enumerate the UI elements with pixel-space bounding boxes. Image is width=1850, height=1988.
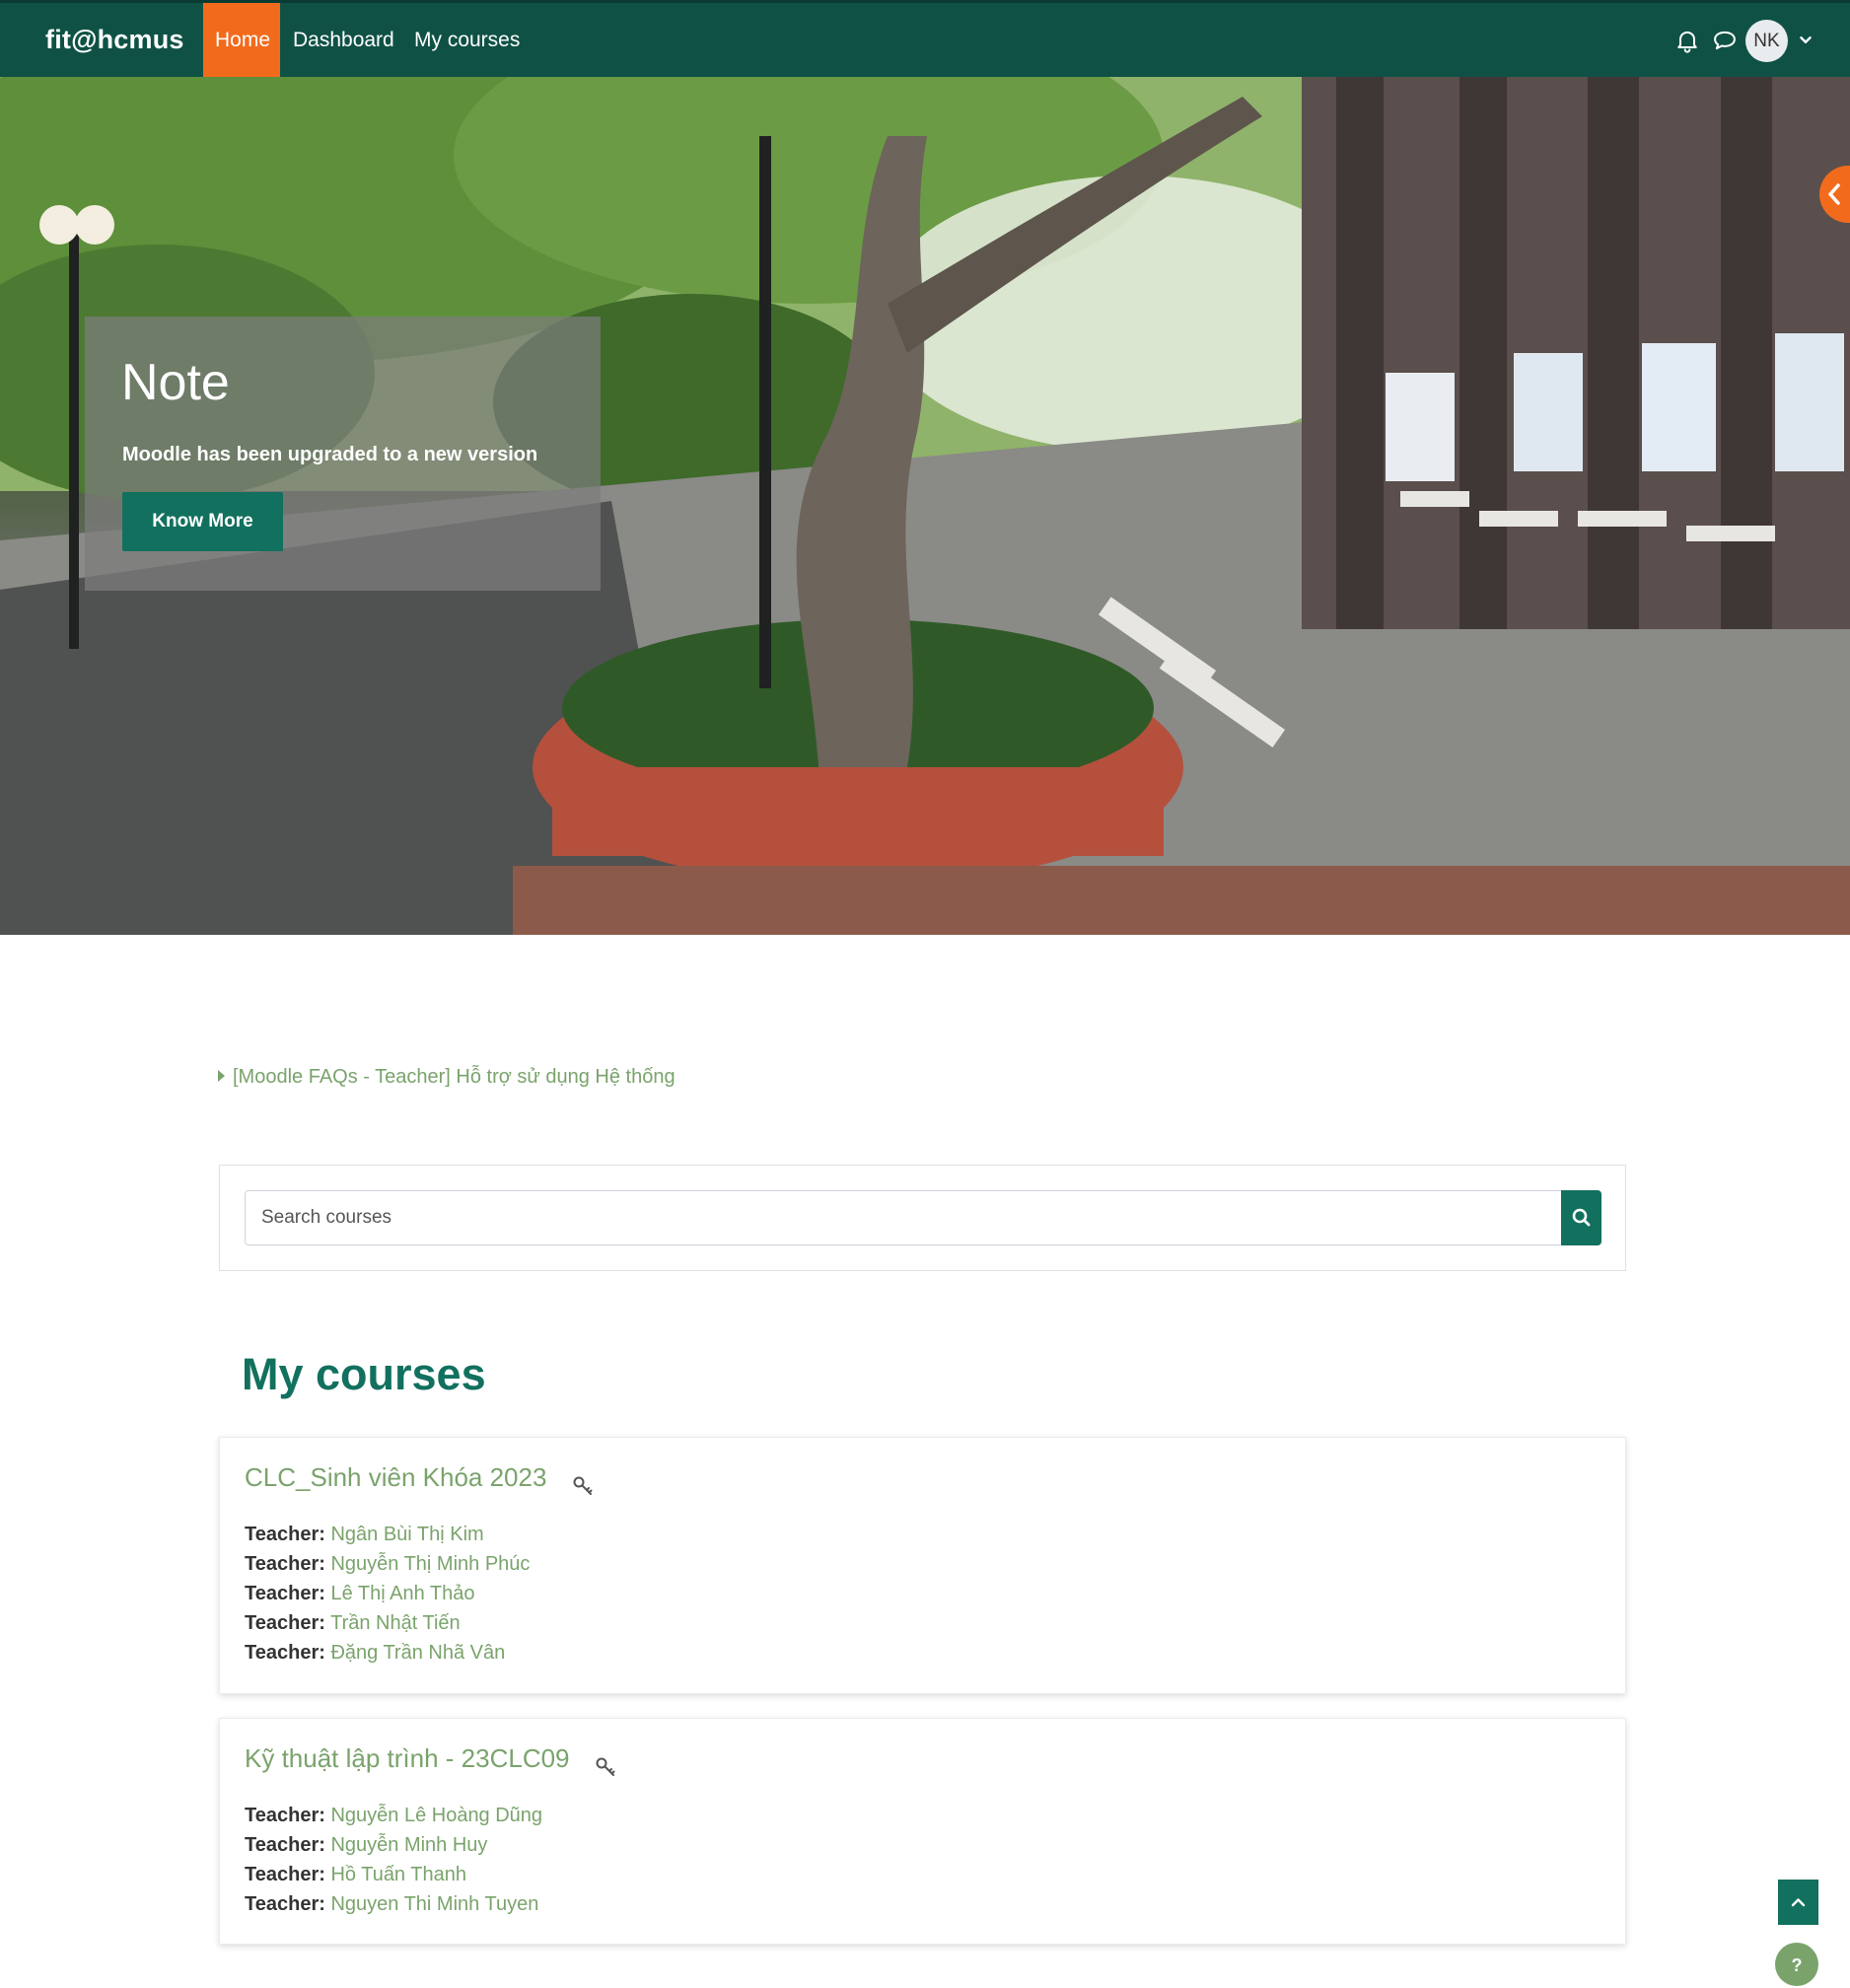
teacher-link[interactable]: Nguyễn Minh Huy [330, 1834, 487, 1856]
list-item: Teacher: Lê Thị Anh Thảo [245, 1579, 530, 1608]
site-brand[interactable]: fit@hcmus [45, 25, 184, 55]
drawer-toggle-button[interactable] [1819, 166, 1850, 223]
list-item: Teacher: Trần Nhật Tiến [245, 1608, 530, 1638]
key-icon [572, 1475, 594, 1497]
bell-icon[interactable] [1673, 27, 1701, 54]
nav-dashboard[interactable]: Dashboard [281, 3, 406, 77]
teacher-list: Teacher: Ngân Bùi Thị Kim Teacher: Nguyễ… [245, 1520, 530, 1668]
help-button[interactable]: ? [1775, 1943, 1818, 1986]
list-item: Teacher: Nguyễn Thị Minh Phúc [245, 1549, 530, 1579]
faq-link-label: [Moodle FAQs - Teacher] Hỗ trợ sử dụng H… [233, 1066, 676, 1088]
list-item: Teacher: Ngân Bùi Thị Kim [245, 1520, 530, 1549]
caret-right-icon [218, 1070, 225, 1082]
back-to-top-button[interactable] [1778, 1880, 1818, 1925]
teacher-label: Teacher: [245, 1805, 325, 1826]
chevron-left-icon [1828, 183, 1840, 205]
teacher-link[interactable]: Lê Thị Anh Thảo [330, 1583, 474, 1604]
teacher-label: Teacher: [245, 1583, 325, 1604]
chevron-down-icon[interactable] [1795, 29, 1816, 50]
teacher-label: Teacher: [245, 1864, 325, 1885]
search-courses-input[interactable] [245, 1190, 1562, 1245]
course-title-link[interactable]: Kỹ thuật lập trình - 23CLC09 [245, 1743, 570, 1774]
teacher-label: Teacher: [245, 1642, 325, 1664]
teacher-link[interactable]: Nguyễn Lê Hoàng Dũng [330, 1805, 542, 1826]
list-item: Teacher: Đặng Trần Nhã Vân [245, 1638, 530, 1668]
hero-subtitle: Moodle has been upgraded to a new versio… [122, 444, 538, 465]
course-card: CLC_Sinh viên Khóa 2023 Teacher: Ngân Bù… [219, 1437, 1626, 1694]
teacher-label: Teacher: [245, 1834, 325, 1856]
teacher-label: Teacher: [245, 1893, 325, 1915]
teacher-list: Teacher: Nguyễn Lê Hoàng Dũng Teacher: N… [245, 1801, 542, 1919]
user-avatar[interactable]: NK [1745, 20, 1788, 62]
top-navbar: fit@hcmus Home Dashboard My courses NK [0, 0, 1850, 77]
list-item: Teacher: Nguyen Thi Minh Tuyen [245, 1889, 542, 1919]
teacher-link[interactable]: Nguyễn Thị Minh Phúc [330, 1553, 530, 1575]
list-item: Teacher: Nguyễn Lê Hoàng Dũng [245, 1801, 542, 1830]
chevron-up-icon [1791, 1898, 1806, 1907]
teacher-link[interactable]: Ngân Bùi Thị Kim [330, 1524, 483, 1545]
know-more-button[interactable]: Know More [122, 492, 283, 551]
search-icon [1572, 1208, 1591, 1227]
faq-link[interactable]: [Moodle FAQs - Teacher] Hỗ trợ sử dụng H… [218, 1066, 676, 1089]
nav-my-courses[interactable]: My courses [402, 3, 532, 77]
teacher-link[interactable]: Nguyen Thi Minh Tuyen [330, 1893, 538, 1915]
chat-bubble-icon[interactable] [1711, 27, 1739, 54]
hero-banner: Note Moodle has been upgraded to a new v… [0, 77, 1850, 935]
my-courses-heading: My courses [242, 1349, 486, 1399]
teacher-link[interactable]: Hồ Tuấn Thanh [330, 1864, 466, 1885]
course-title-link[interactable]: CLC_Sinh viên Khóa 2023 [245, 1462, 546, 1493]
course-card: Kỹ thuật lập trình - 23CLC09 Teacher: Ng… [219, 1718, 1626, 1945]
list-item: Teacher: Nguyễn Minh Huy [245, 1830, 542, 1860]
hero-title: Note [121, 354, 230, 411]
list-item: Teacher: Hồ Tuấn Thanh [245, 1860, 542, 1889]
teacher-link[interactable]: Đặng Trần Nhã Vân [330, 1642, 505, 1664]
nav-home[interactable]: Home [203, 3, 280, 77]
teacher-label: Teacher: [245, 1524, 325, 1545]
teacher-label: Teacher: [245, 1553, 325, 1575]
key-icon [595, 1756, 616, 1778]
search-button[interactable] [1561, 1190, 1601, 1245]
teacher-link[interactable]: Trần Nhật Tiến [330, 1612, 461, 1634]
teacher-label: Teacher: [245, 1612, 325, 1634]
